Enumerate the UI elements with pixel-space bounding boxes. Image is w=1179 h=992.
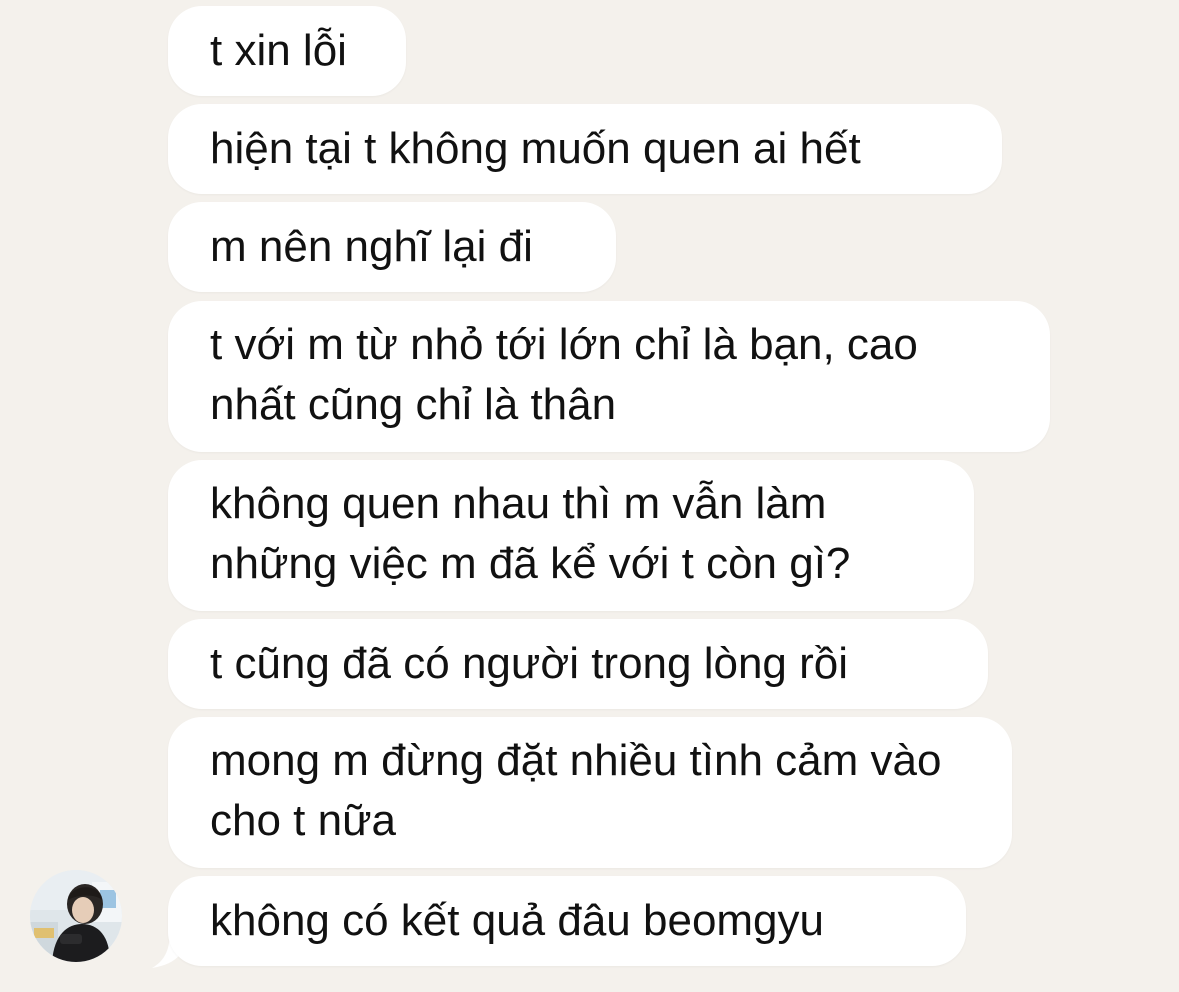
message-bubble[interactable]: t cũng đã có người trong lòng rồi [168, 619, 988, 709]
message-bubble[interactable]: không có kết quả đâu beomgyu [168, 876, 966, 966]
message-text: mong m đừng đặt nhiều tình cảm vào cho t… [210, 736, 954, 845]
message-bubble[interactable]: hiện tại t không muốn quen ai hết [168, 104, 1002, 194]
message-text: không có kết quả đâu beomgyu [210, 896, 825, 945]
message-text: m nên nghĩ lại đi [210, 222, 533, 271]
message-thread: t xin lỗi hiện tại t không muốn quen ai … [0, 0, 1179, 992]
avatar-photo-icon [30, 870, 122, 962]
message-bubble[interactable]: t với m từ nhỏ tới lớn chỉ là bạn, cao n… [168, 301, 1050, 452]
message-bubble[interactable]: không quen nhau thì m vẫn làm những việc… [168, 460, 974, 611]
message-bubble[interactable]: mong m đừng đặt nhiều tình cảm vào cho t… [168, 717, 1012, 868]
message-text: hiện tại t không muốn quen ai hết [210, 124, 861, 173]
message-text: t cũng đã có người trong lòng rồi [210, 639, 849, 688]
avatar[interactable] [30, 870, 122, 962]
message-bubble[interactable]: m nên nghĩ lại đi [168, 202, 616, 292]
message-bubble[interactable]: t xin lỗi [168, 6, 406, 96]
message-text: không quen nhau thì m vẫn làm những việc… [210, 479, 851, 588]
message-text: t xin lỗi [210, 26, 347, 75]
message-text: t với m từ nhỏ tới lớn chỉ là bạn, cao n… [210, 320, 931, 429]
